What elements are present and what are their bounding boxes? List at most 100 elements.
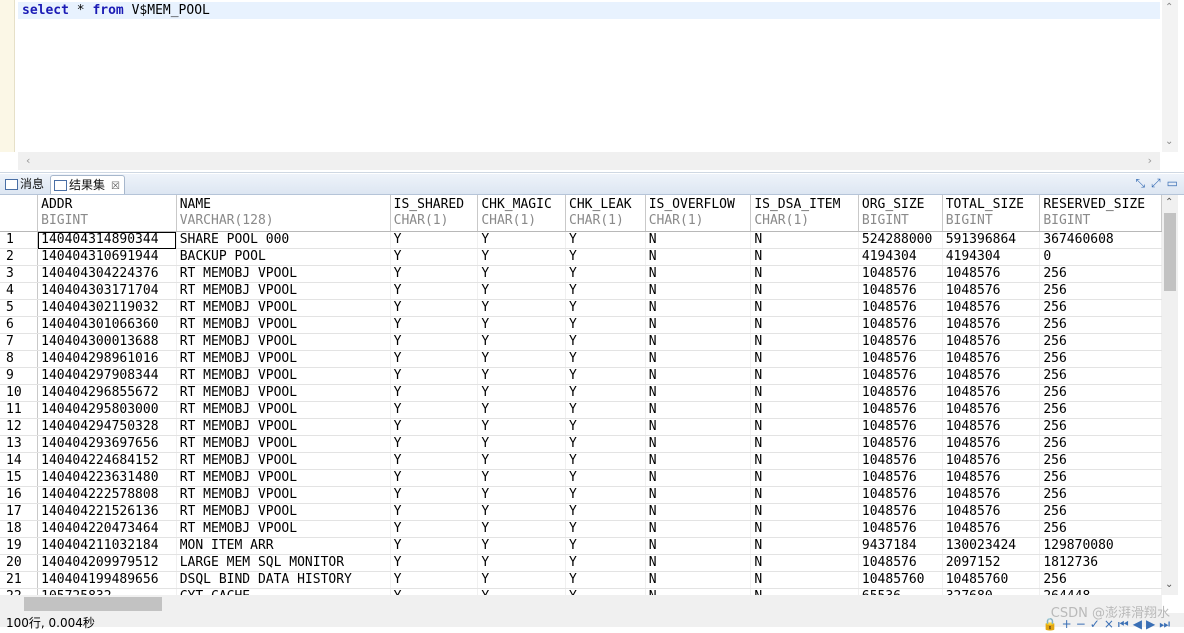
table-cell[interactable]: 1048576 bbox=[942, 384, 1041, 402]
table-cell[interactable]: 256 bbox=[1039, 435, 1162, 453]
table-cell[interactable]: 130023424 bbox=[942, 537, 1041, 555]
table-cell[interactable]: Y bbox=[565, 469, 646, 487]
table-cell[interactable]: Y bbox=[390, 265, 479, 283]
table-cell[interactable]: 1048576 bbox=[858, 333, 943, 351]
table-cell[interactable]: RT MEMOBJ VPOOL bbox=[176, 384, 391, 402]
table-cell[interactable]: Y bbox=[565, 265, 646, 283]
table-cell[interactable]: DSQL BIND DATA HISTORY bbox=[176, 571, 391, 589]
row-number-cell[interactable]: 5 bbox=[0, 299, 39, 317]
table-cell[interactable]: RT MEMOBJ VPOOL bbox=[176, 265, 391, 283]
table-cell[interactable]: 140404211032184 bbox=[37, 537, 177, 555]
sql-text[interactable]: select * from V$MEM_POOL bbox=[22, 2, 210, 19]
table-cell[interactable]: Y bbox=[477, 282, 567, 300]
table-cell[interactable]: N bbox=[750, 537, 859, 555]
table-cell[interactable]: 140404295803000 bbox=[37, 401, 177, 419]
scroll-right-arrow-icon[interactable]: › bbox=[1148, 154, 1152, 167]
table-cell[interactable]: N bbox=[645, 401, 752, 419]
table-cell[interactable]: Y bbox=[477, 554, 567, 572]
table-cell[interactable]: 1048576 bbox=[942, 350, 1041, 368]
table-cell[interactable]: 1048576 bbox=[858, 554, 943, 572]
table-cell[interactable]: Y bbox=[565, 554, 646, 572]
table-cell[interactable]: N bbox=[750, 486, 859, 504]
table-cell[interactable]: Y bbox=[565, 452, 646, 470]
table-cell[interactable]: 140404199489656 bbox=[37, 571, 177, 589]
scroll-up-arrow-icon[interactable]: ⌃ bbox=[1165, 197, 1173, 208]
table-cell[interactable]: BACKUP POOL bbox=[176, 248, 391, 266]
table-cell[interactable]: Y bbox=[477, 316, 567, 334]
table-cell[interactable]: 1048576 bbox=[858, 435, 943, 453]
table-cell[interactable]: Y bbox=[477, 265, 567, 283]
table-cell[interactable]: N bbox=[750, 282, 859, 300]
table-cell[interactable]: N bbox=[645, 571, 752, 589]
table-cell[interactable]: 1048576 bbox=[858, 282, 943, 300]
table-cell[interactable]: N bbox=[645, 333, 752, 351]
table-cell[interactable]: 1048576 bbox=[858, 503, 943, 521]
table-row[interactable]: 11 140404295803000 RT MEMOBJ VPOOL Y Y Y N N 104… bbox=[0, 401, 1162, 419]
table-cell[interactable]: 1048576 bbox=[858, 350, 943, 368]
table-cell[interactable]: Y bbox=[565, 282, 646, 300]
table-cell[interactable]: 140404302119032 bbox=[37, 299, 177, 317]
table-cell[interactable]: Y bbox=[565, 571, 646, 589]
table-cell[interactable]: N bbox=[750, 299, 859, 317]
table-cell[interactable]: 140404301066360 bbox=[37, 316, 177, 334]
table-row[interactable]: 1 140404314890344 SHARE POOL 000 Y Y Y N N 52428… bbox=[0, 231, 1162, 249]
table-row[interactable]: 21 140404199489656 DSQL BIND DATA HISTORY Y… bbox=[0, 571, 1162, 589]
tab-result-set[interactable]: 结果集 ☒ bbox=[50, 175, 125, 194]
table-cell[interactable]: Y bbox=[390, 469, 479, 487]
table-cell[interactable]: N bbox=[750, 418, 859, 436]
table-cell[interactable]: 367460608 bbox=[1039, 231, 1162, 249]
table-row[interactable]: 10 140404296855672 RT MEMOBJ VPOOL Y Y Y N N 104… bbox=[0, 384, 1162, 402]
table-cell[interactable]: 1048576 bbox=[858, 367, 943, 385]
table-row[interactable]: 5 140404302119032 RT MEMOBJ VPOOL Y Y Y N N 1048… bbox=[0, 299, 1162, 317]
table-cell[interactable]: Y bbox=[390, 452, 479, 470]
table-cell[interactable]: 140404224684152 bbox=[37, 452, 177, 470]
row-number-cell[interactable]: 4 bbox=[0, 282, 39, 300]
table-cell[interactable]: Y bbox=[565, 367, 646, 385]
table-cell[interactable]: 1048576 bbox=[942, 367, 1041, 385]
table-cell[interactable]: 10485760 bbox=[858, 571, 943, 589]
table-row[interactable]: 2 140404310691944 BACKUP POOL Y Y Y N N 4194304 4… bbox=[0, 248, 1162, 266]
row-number-cell[interactable]: 19 bbox=[0, 537, 39, 555]
scroll-left-arrow-icon[interactable]: ‹ bbox=[26, 154, 30, 167]
table-cell[interactable]: 140404304224376 bbox=[37, 265, 177, 283]
table-cell[interactable]: RT MEMOBJ VPOOL bbox=[176, 418, 391, 436]
table-cell[interactable]: 256 bbox=[1039, 265, 1162, 283]
table-cell[interactable]: N bbox=[750, 265, 859, 283]
table-cell[interactable]: 256 bbox=[1039, 384, 1162, 402]
table-cell[interactable]: 524288000 bbox=[858, 231, 943, 249]
table-cell[interactable]: N bbox=[750, 248, 859, 266]
table-cell[interactable]: Y bbox=[565, 537, 646, 555]
row-number-cell[interactable]: 3 bbox=[0, 265, 39, 283]
column-header[interactable]: ORG_SIZE BIGINT bbox=[858, 195, 943, 232]
table-cell[interactable]: Y bbox=[565, 418, 646, 436]
table-cell[interactable]: 140404297908344 bbox=[37, 367, 177, 385]
table-cell[interactable]: Y bbox=[477, 503, 567, 521]
table-cell[interactable]: N bbox=[750, 401, 859, 419]
table-cell[interactable]: Y bbox=[390, 503, 479, 521]
table-cell[interactable]: Y bbox=[390, 384, 479, 402]
row-number-cell[interactable]: 7 bbox=[0, 333, 39, 351]
table-cell[interactable]: N bbox=[750, 333, 859, 351]
table-row[interactable]: 13 140404293697656 RT MEMOBJ VPOOL Y Y Y N N 104… bbox=[0, 435, 1162, 453]
table-cell[interactable]: LARGE MEM SQL MONITOR bbox=[176, 554, 391, 572]
table-cell[interactable]: 256 bbox=[1039, 452, 1162, 470]
table-cell[interactable]: 140404300013688 bbox=[37, 333, 177, 351]
table-row[interactable]: 18 140404220473464 RT MEMOBJ VPOOL Y Y Y N N 104… bbox=[0, 520, 1162, 538]
table-row[interactable]: 7 140404300013688 RT MEMOBJ VPOOL Y Y Y N N 1048… bbox=[0, 333, 1162, 351]
table-cell[interactable]: RT MEMOBJ VPOOL bbox=[176, 401, 391, 419]
table-cell[interactable]: Y bbox=[477, 299, 567, 317]
table-cell[interactable]: Y bbox=[565, 384, 646, 402]
table-cell[interactable]: N bbox=[645, 265, 752, 283]
table-cell[interactable]: Y bbox=[390, 316, 479, 334]
table-cell[interactable]: 140404222578808 bbox=[37, 486, 177, 504]
table-cell[interactable]: 1048576 bbox=[858, 469, 943, 487]
table-cell[interactable]: Y bbox=[565, 520, 646, 538]
table-row[interactable]: 14 140404224684152 RT MEMOBJ VPOOL Y Y Y N N 104… bbox=[0, 452, 1162, 470]
column-header[interactable]: CHK_LEAK CHAR(1) bbox=[565, 195, 646, 232]
editor-horizontal-scrollbar[interactable]: ‹ › bbox=[18, 152, 1160, 170]
table-cell[interactable]: N bbox=[750, 350, 859, 368]
table-cell[interactable]: N bbox=[645, 299, 752, 317]
table-cell[interactable]: Y bbox=[565, 231, 646, 249]
restore-icon[interactable]: ⤡ bbox=[1135, 176, 1145, 190]
table-cell[interactable]: Y bbox=[477, 435, 567, 453]
